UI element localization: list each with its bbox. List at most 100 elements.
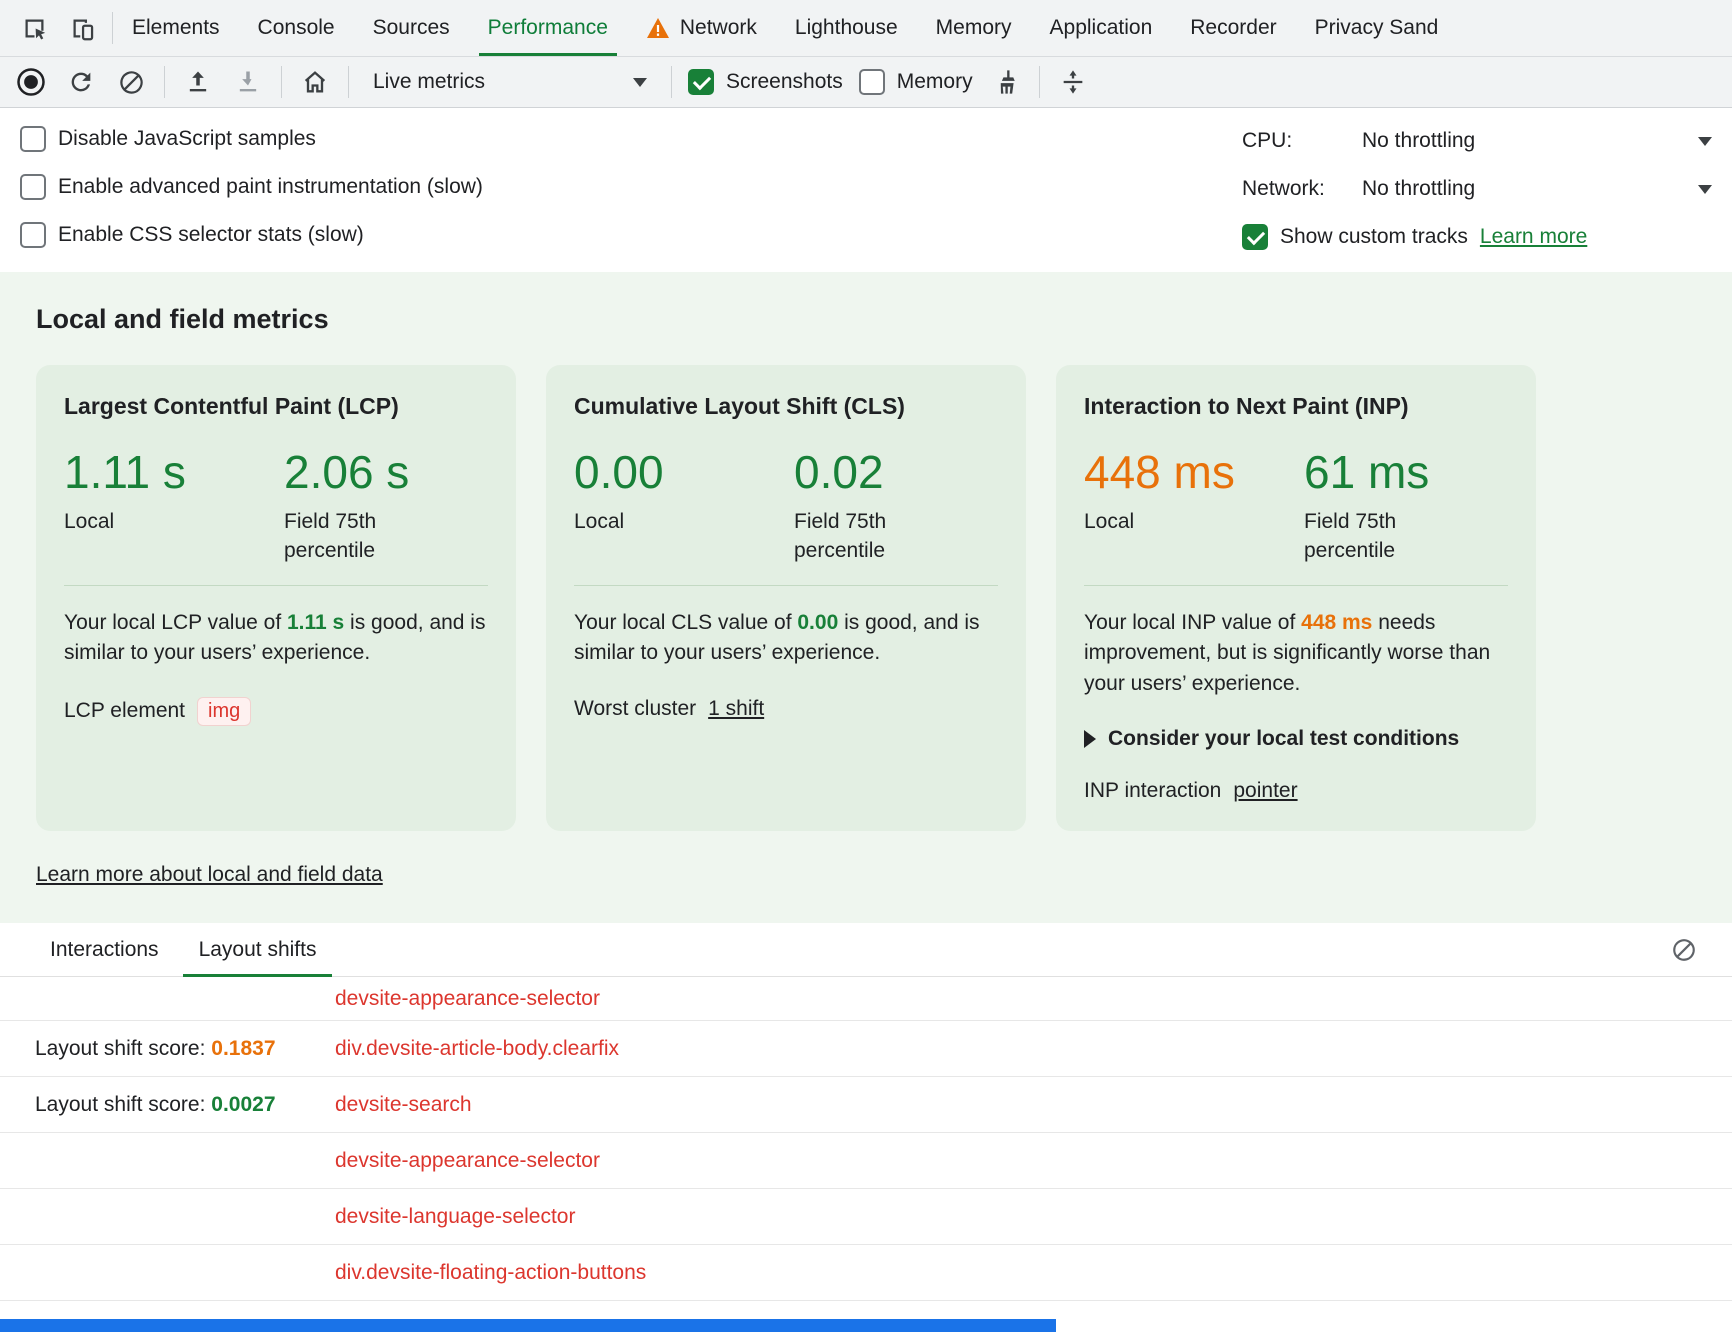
tab-console[interactable]: Console: [239, 0, 354, 56]
tab-lighthouse[interactable]: Lighthouse: [776, 0, 917, 56]
clear-log-icon[interactable]: [1664, 930, 1704, 970]
chevron-down-icon: [1698, 185, 1712, 194]
learn-more-local-field-link[interactable]: Learn more about local and field data: [36, 863, 383, 886]
divider: [348, 66, 349, 98]
tab-memory[interactable]: Memory: [917, 0, 1031, 56]
score-value: 0.1837: [211, 1037, 275, 1060]
layout-shift-row[interactable]: devsite-language-selector: [0, 1189, 1732, 1245]
disable-js-samples-row[interactable]: Disable JavaScript samples: [20, 118, 483, 160]
divider: [281, 66, 282, 98]
layout-shifts-table: devsite-appearance-selector Layout shift…: [0, 977, 1732, 1301]
memory-checkbox[interactable]: [859, 69, 885, 95]
cpu-throttling-row: CPU: No throttling: [1242, 120, 1712, 162]
cls-local-value: 0.00: [574, 448, 794, 496]
tab-application[interactable]: Application: [1031, 0, 1172, 56]
screenshots-checkbox[interactable]: [688, 69, 714, 95]
tab-sources[interactable]: Sources: [354, 0, 469, 56]
warning-icon: [646, 17, 670, 39]
lcp-element-link[interactable]: img: [197, 697, 251, 726]
divider: [64, 585, 488, 586]
panel-tabs: Elements Console Sources Performance Net…: [113, 0, 1457, 56]
selection-highlight-bar: [0, 1319, 1056, 1332]
lcp-element-label: LCP element: [64, 699, 185, 723]
show-custom-tracks-row: Show custom tracks Learn more: [1242, 216, 1712, 258]
garbage-collect-icon[interactable]: [989, 65, 1023, 99]
cpu-label: CPU:: [1242, 129, 1354, 153]
disable-js-samples-checkbox[interactable]: [20, 126, 46, 152]
devtools-tab-bar: Elements Console Sources Performance Net…: [0, 0, 1732, 57]
divider: [574, 585, 998, 586]
advanced-paint-row[interactable]: Enable advanced paint instrumentation (s…: [20, 166, 483, 208]
inp-interaction-link[interactable]: pointer: [1233, 779, 1297, 803]
triangle-right-icon: [1084, 730, 1096, 748]
element-link[interactable]: devsite-appearance-selector: [335, 987, 600, 1011]
metrics-heading: Local and field metrics: [36, 304, 1696, 335]
cls-description: Your local CLS value of 0.00 is good, an…: [574, 608, 998, 669]
capture-settings: Disable JavaScript samples Enable advanc…: [0, 108, 1732, 272]
element-link[interactable]: devsite-language-selector: [335, 1205, 575, 1229]
local-field-metrics-panel: Local and field metrics Largest Contentf…: [0, 272, 1732, 923]
chevron-down-icon: [633, 78, 647, 87]
layout-shift-row[interactable]: Layout shift score: 0.0027 devsite-searc…: [0, 1077, 1732, 1133]
tab-recorder[interactable]: Recorder: [1171, 0, 1295, 56]
element-link[interactable]: div.devsite-article-body.clearfix: [335, 1037, 619, 1061]
element-link[interactable]: div.devsite-floating-action-buttons: [335, 1261, 646, 1285]
divider: [1084, 585, 1508, 586]
layout-shift-row[interactable]: devsite-appearance-selector: [0, 977, 1732, 1021]
cpu-throttling-select[interactable]: No throttling: [1354, 129, 1698, 153]
lcp-local-value: 1.11 s: [64, 448, 284, 496]
worst-cluster-link[interactable]: 1 shift: [708, 697, 764, 721]
home-icon[interactable]: [298, 65, 332, 99]
consider-conditions-expander[interactable]: Consider your local test conditions: [1084, 727, 1508, 751]
element-link[interactable]: devsite-appearance-selector: [335, 1149, 600, 1173]
css-selector-stats-row[interactable]: Enable CSS selector stats (slow): [20, 214, 483, 256]
upload-profile-icon[interactable]: [181, 65, 215, 99]
performance-toolbar: Live metrics Screenshots Memory: [0, 57, 1732, 108]
inp-title: Interaction to Next Paint (INP): [1084, 393, 1508, 420]
learn-more-link[interactable]: Learn more: [1480, 225, 1587, 249]
screenshots-checkbox-row[interactable]: Screenshots: [688, 69, 843, 95]
clear-icon[interactable]: [114, 65, 148, 99]
inp-card: Interaction to Next Paint (INP) 448 ms L…: [1056, 365, 1536, 831]
device-toolbar-icon[interactable]: [62, 8, 102, 48]
tab-privacy-sandbox[interactable]: Privacy Sand: [1296, 0, 1458, 56]
lcp-description: Your local LCP value of 1.11 s is good, …: [64, 608, 488, 669]
css-selector-stats-checkbox[interactable]: [20, 222, 46, 248]
cls-title: Cumulative Layout Shift (CLS): [574, 393, 998, 420]
tab-performance[interactable]: Performance: [469, 0, 627, 56]
tab-network[interactable]: Network: [627, 0, 776, 56]
cls-field-value: 0.02: [794, 448, 924, 496]
collapse-panel-icon[interactable]: [1056, 65, 1090, 99]
cls-card: Cumulative Layout Shift (CLS) 0.00 Local…: [546, 365, 1026, 831]
layout-shift-row[interactable]: Layout shift score: 0.1837 div.devsite-a…: [0, 1021, 1732, 1077]
memory-checkbox-row[interactable]: Memory: [859, 69, 973, 95]
lcp-title: Largest Contentful Paint (LCP): [64, 393, 488, 420]
layout-shift-row[interactable]: div.devsite-floating-action-buttons: [0, 1245, 1732, 1301]
record-button[interactable]: [14, 65, 48, 99]
divider: [671, 66, 672, 98]
tab-interactions[interactable]: Interactions: [30, 923, 179, 976]
score-label: Layout shift score:: [35, 1037, 211, 1060]
inp-local-value: 448 ms: [1084, 448, 1304, 496]
inspect-element-icon[interactable]: [14, 8, 54, 48]
download-profile-icon[interactable]: [231, 65, 265, 99]
advanced-paint-checkbox[interactable]: [20, 174, 46, 200]
inp-field-value: 61 ms: [1304, 448, 1434, 496]
score-value: 0.0027: [211, 1093, 275, 1116]
inp-interaction-label: INP interaction: [1084, 779, 1221, 803]
score-label: Layout shift score:: [35, 1093, 211, 1116]
reload-record-icon[interactable]: [64, 65, 98, 99]
live-metrics-log: Interactions Layout shifts devsite-appea…: [0, 923, 1732, 1301]
divider: [164, 66, 165, 98]
tab-elements[interactable]: Elements: [113, 0, 239, 56]
network-label: Network:: [1242, 177, 1354, 201]
element-link[interactable]: devsite-search: [335, 1093, 472, 1117]
tab-layout-shifts[interactable]: Layout shifts: [179, 923, 337, 976]
network-throttling-row: Network: No throttling: [1242, 168, 1712, 210]
show-custom-tracks-checkbox[interactable]: [1242, 224, 1268, 250]
layout-shift-row[interactable]: devsite-appearance-selector: [0, 1133, 1732, 1189]
chevron-down-icon: [1698, 137, 1712, 146]
divider: [1039, 66, 1040, 98]
network-throttling-select[interactable]: No throttling: [1354, 177, 1698, 201]
live-metrics-select[interactable]: Live metrics: [365, 66, 655, 98]
